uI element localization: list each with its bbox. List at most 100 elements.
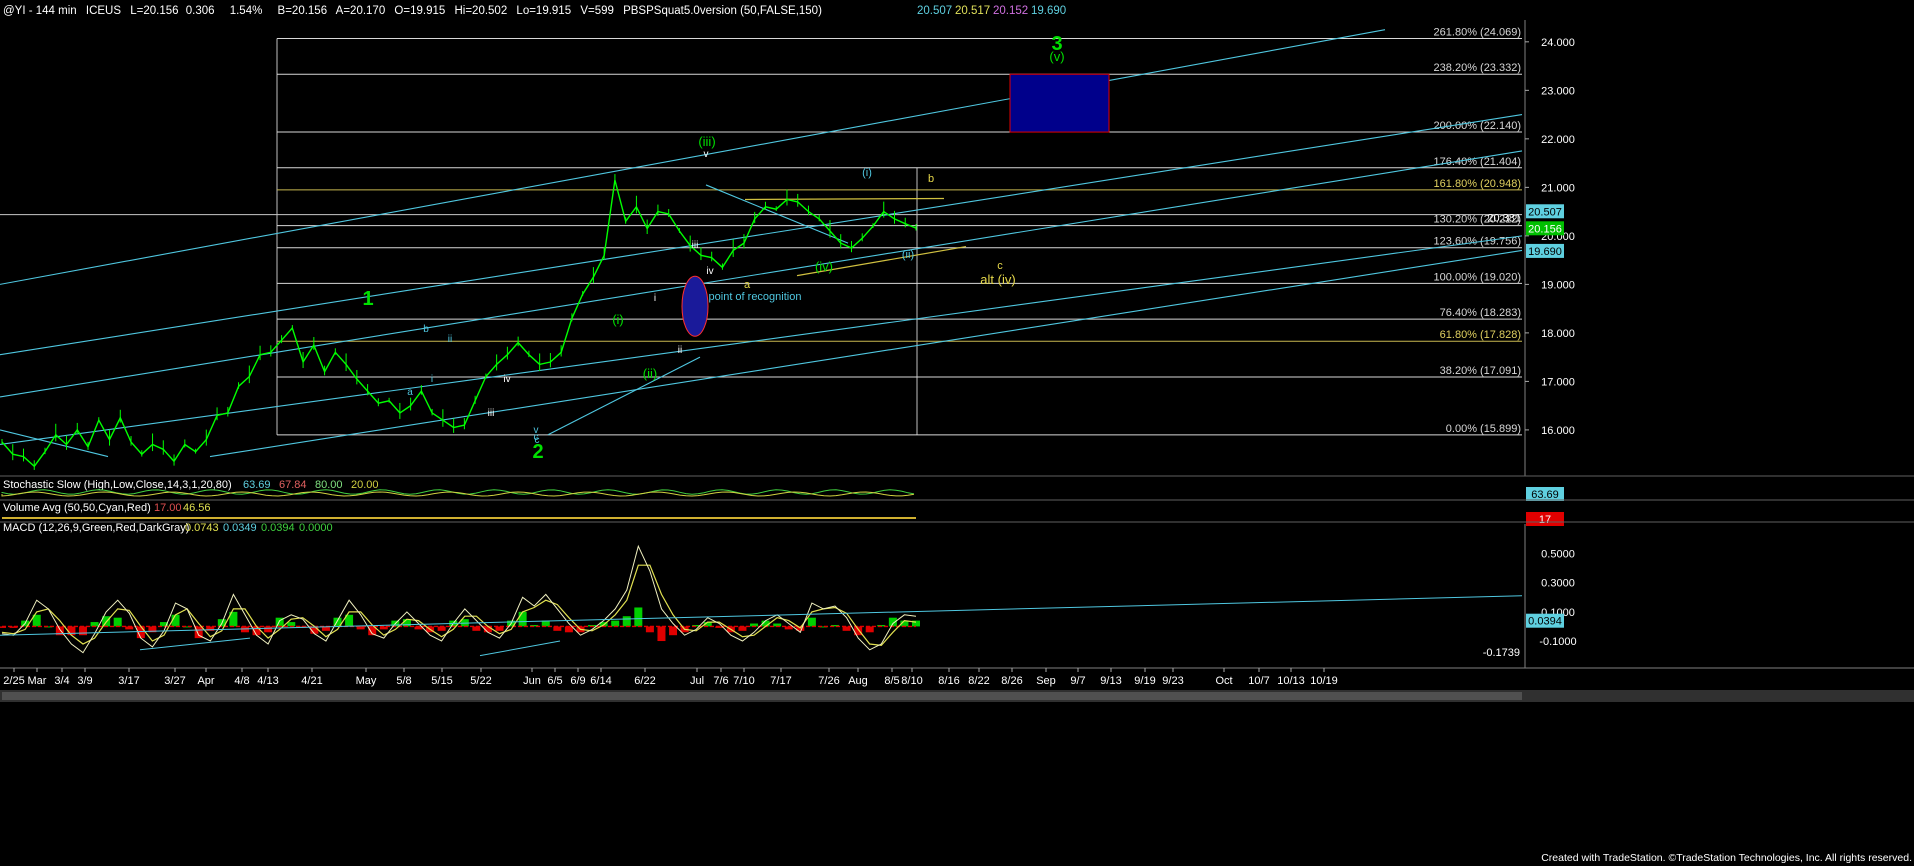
wave-label: point of recognition	[709, 291, 802, 303]
time-tick-label: 4/13	[257, 675, 278, 687]
wave-label: iii	[488, 408, 495, 419]
fib-level-label: 176.40% (21.404)	[1434, 156, 1521, 168]
time-tick-label: 3/9	[77, 675, 92, 687]
header-low: Lo=19.915	[516, 5, 571, 17]
header-study-value: 20.507	[917, 5, 952, 17]
macd-histogram-bar	[264, 626, 273, 633]
wave-label: alt (iv)	[980, 272, 1015, 287]
time-tick-label: Sep	[1036, 675, 1056, 687]
time-tick-label: 10/7	[1248, 675, 1269, 687]
macd-histogram-bar	[564, 626, 573, 633]
time-tick-label: 5/22	[470, 675, 491, 687]
time-tick-label: 8/5	[884, 675, 899, 687]
time-tick-label: 9/23	[1162, 675, 1183, 687]
header-last: L=20.156	[130, 5, 178, 17]
time-tick-label: 6/22	[634, 675, 655, 687]
header-open: O=19.915	[394, 5, 445, 17]
fib-level-label: 261.80% (24.069)	[1434, 26, 1521, 38]
wave-label: ii	[678, 345, 682, 356]
macd-title: MACD (12,26,9,Green,Red,DarkGray)	[3, 522, 189, 534]
header-study: PBSPSquat5.0version (50,FALSE,150)	[623, 5, 822, 17]
time-tick-label: May	[356, 675, 377, 687]
wave-label: iv	[503, 374, 510, 385]
macd-value: 0.0349	[223, 522, 257, 534]
time-tick-label: 3/27	[164, 675, 185, 687]
time-tick-label: 6/5	[547, 675, 562, 687]
time-tick-label: Oct	[1215, 675, 1232, 687]
wave-label: 1	[362, 288, 373, 310]
header-change: 0.306	[186, 5, 215, 17]
time-tick-label: 8/16	[938, 675, 959, 687]
fib-level-label: 238.20% (23.332)	[1434, 62, 1521, 74]
stoch-value: 80.00	[315, 479, 343, 491]
volume-value: 46.56	[183, 502, 211, 514]
macd-value: 0.0000	[299, 522, 333, 534]
header-ask: A=20.170	[336, 5, 386, 17]
time-tick-label: 2/25	[3, 675, 24, 687]
macd-histogram-bar	[888, 617, 897, 627]
y-tick-label: 18.000	[1541, 328, 1575, 340]
stoch-title: Stochastic Slow (High,Low,Close,14,3,1,2…	[3, 479, 232, 491]
macd-histogram-bar	[78, 626, 87, 636]
time-tick-label: Aug	[848, 675, 868, 687]
macd-histogram-bar	[634, 607, 643, 627]
time-tick-label: 10/13	[1277, 675, 1305, 687]
macd-histogram-bar	[518, 611, 527, 627]
macd-marker-label: 0.0394	[1528, 616, 1562, 628]
tradestation-chart[interactable]: @YI - 144 min ICEUS L=20.156 0.306 1.54%…	[0, 0, 1914, 866]
time-tick-label: 8/10	[901, 675, 922, 687]
time-tick-label: 8/26	[1001, 675, 1022, 687]
macd-histogram-bar	[645, 626, 654, 633]
price-marker-label: 20.381	[1487, 212, 1521, 224]
y-tick-label: 21.000	[1541, 182, 1575, 194]
y-tick-label: 17.000	[1541, 376, 1575, 388]
macd-tick-label: -0.1000	[1539, 636, 1576, 648]
fib-level-label: 38.20% (17.091)	[1440, 365, 1521, 377]
stoch-value: 67.84	[279, 479, 307, 491]
macd-tick-label: 0.5000	[1541, 549, 1575, 561]
time-tick-label: 6/9	[570, 675, 585, 687]
fib-level-label: 76.40% (18.283)	[1440, 307, 1521, 319]
time-tick-label: 10/19	[1310, 675, 1338, 687]
header-high: Hi=20.502	[454, 5, 507, 17]
macd-histogram-bar	[402, 619, 411, 627]
time-tick-label: 7/17	[770, 675, 791, 687]
wave-label: iv	[706, 266, 713, 277]
time-tick-label: 7/10	[733, 675, 754, 687]
wave-label: (ii)	[643, 366, 657, 381]
wave-label: v	[704, 149, 709, 160]
macd-value: 0.0743	[185, 522, 219, 534]
time-tick-label: Mar	[28, 675, 47, 687]
stoch-value: 63.69	[243, 479, 271, 491]
wave-label: a	[744, 279, 751, 291]
wave-label: (iv)	[815, 259, 833, 274]
time-tick-label: Jul	[690, 675, 704, 687]
y-tick-label: 16.000	[1541, 425, 1575, 437]
time-tick-label: 4/8	[234, 675, 249, 687]
fib-level-label: 161.80% (20.948)	[1434, 178, 1521, 190]
macd-histogram-bar	[669, 626, 678, 636]
y-tick-label: 24.000	[1541, 37, 1575, 49]
macd-histogram-bar	[611, 620, 620, 627]
wave-label: (iii)	[698, 134, 715, 149]
macd-histogram-bar	[865, 626, 874, 633]
macd-histogram-bar	[657, 626, 666, 642]
macd-histogram-bar	[807, 617, 816, 627]
wave-label: i	[431, 374, 433, 385]
volume-value: 17.00	[154, 502, 182, 514]
time-tick-label: Apr	[197, 675, 214, 687]
macd-low-label: -0.1739	[1483, 647, 1520, 659]
time-tick-label: 3/17	[118, 675, 139, 687]
macd-tick-label: 0.3000	[1541, 578, 1575, 590]
wave-label: b	[423, 324, 429, 335]
wave-label: i	[654, 293, 656, 304]
y-tick-label: 23.000	[1541, 85, 1575, 97]
wave-label: a	[407, 387, 413, 398]
wave-label: (v)	[1049, 49, 1064, 64]
time-tick-label: 7/6	[713, 675, 728, 687]
header-study-value: 20.152	[993, 5, 1028, 17]
time-tick-label: 3/4	[54, 675, 69, 687]
wave-label: (i)	[612, 312, 624, 327]
stoch-value: 20.00	[351, 479, 379, 491]
wave-label: (i)	[862, 167, 872, 179]
